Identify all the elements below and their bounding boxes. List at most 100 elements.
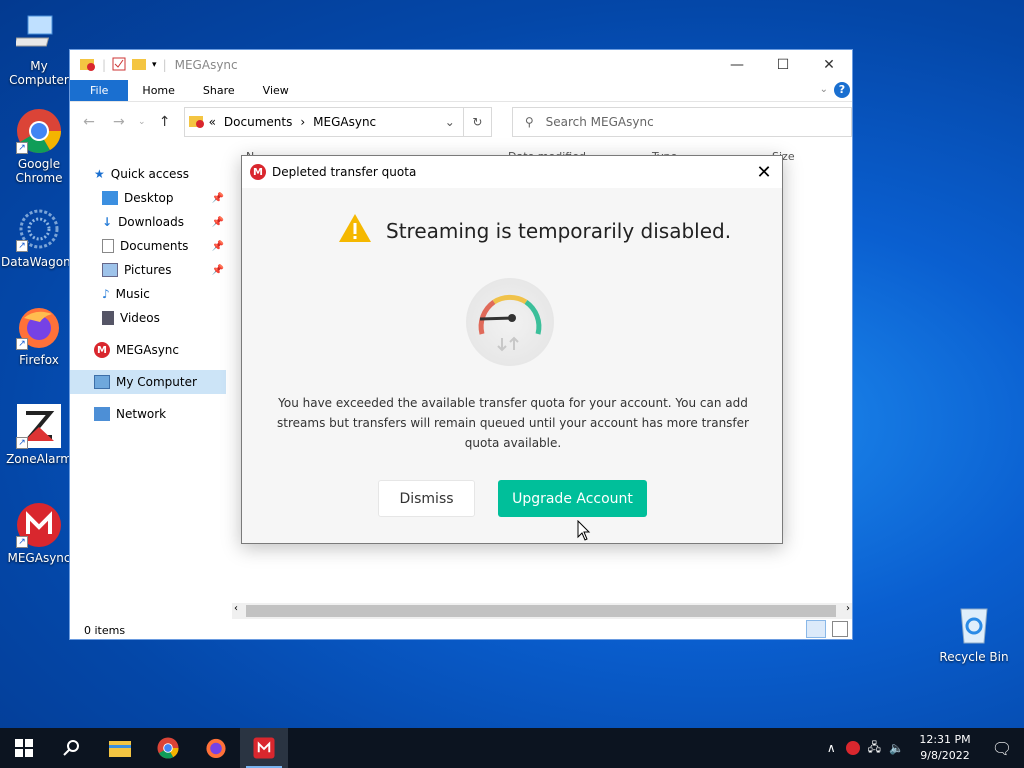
upgrade-account-button[interactable]: Upgrade Account [498,480,647,517]
shortcut-arrow-icon: ↗ [16,142,28,154]
refresh-button[interactable]: ↻ [462,108,491,136]
nav-pictures[interactable]: Pictures 📌 [70,258,226,282]
videos-icon [102,311,114,325]
pin-icon[interactable]: 📌 [212,265,224,276]
depleted-quota-dialog: M Depleted transfer quota ✕ Streaming is… [241,155,783,544]
nav-documents[interactable]: Documents 📌 [70,234,226,258]
scroll-right-icon[interactable]: › [846,603,850,614]
desktop-icon-chrome[interactable]: ↗ Google Chrome [1,108,77,185]
chrome-icon [157,737,179,759]
show-hidden-icons-icon[interactable]: ∧ [827,741,836,755]
nav-label: Quick access [110,167,189,181]
shortcut-arrow-icon: ↗ [16,338,28,350]
mega-tray-icon[interactable] [845,741,860,755]
maximize-button[interactable]: ☐ [760,50,806,80]
desktop-icon-firefox[interactable]: ↗ Firefox [1,304,77,367]
dialog-close-button[interactable]: ✕ [754,162,774,183]
mouse-cursor-icon [577,519,591,545]
customize-quick-access-icon[interactable]: ▾ [152,60,157,70]
nav-label: Downloads [118,215,184,229]
music-note-icon: ♪ [102,287,110,301]
properties-icon[interactable] [112,57,126,74]
dialog-headline: Streaming is temporarily disabled. [338,213,731,248]
network-icon [94,407,110,421]
expand-ribbon-icon[interactable]: ⌄ [820,84,828,95]
forward-button[interactable]: → [108,114,130,130]
search-placeholder: Search MEGAsync [545,115,654,129]
mega-icon [253,737,275,759]
datawagon-icon: ↗ [16,206,62,252]
notifications-icon[interactable]: 🗨 [980,739,1024,758]
close-button[interactable]: ✕ [806,50,852,80]
network-icon[interactable]: 🖧 [868,738,881,759]
nav-megasync[interactable]: M MEGAsync [70,338,226,362]
nav-downloads[interactable]: ↓ Downloads 📌 [70,210,226,234]
tab-share[interactable]: Share [189,80,249,101]
nav-videos[interactable]: Videos [70,306,226,330]
warning-icon [338,213,372,248]
mega-icon: M [94,342,110,358]
shortcut-arrow-icon: ↗ [16,240,28,252]
nav-my-computer[interactable]: My Computer [70,370,226,394]
back-button[interactable]: ← [78,114,100,130]
documents-icon [102,239,114,253]
taskbar-chrome[interactable] [144,728,192,768]
recycle-bin-icon [951,601,997,647]
pin-icon[interactable]: 📌 [212,193,224,204]
horizontal-scrollbar[interactable]: ‹ › [232,603,852,619]
pin-icon[interactable]: 📌 [212,217,224,228]
taskbar-firefox[interactable] [192,728,240,768]
clock[interactable]: 12:31 PM 9/8/2022 [910,732,980,764]
nav-quick-access[interactable]: ★ Quick access [70,162,226,186]
search-icon [63,740,79,756]
nav-desktop[interactable]: Desktop 📌 [70,186,226,210]
taskbar: ∧ 🖧 🔈 12:31 PM 9/8/2022 🗨 [0,728,1024,768]
desktop-icon-megasync[interactable]: ↗ MEGAsync [1,502,77,565]
search-button[interactable] [48,728,96,768]
taskbar-megasync[interactable] [240,728,288,768]
desktop-icon-datawagon[interactable]: ↗ DataWagon... [1,206,82,269]
large-icons-view-icon[interactable] [832,621,848,637]
tab-view[interactable]: View [249,80,303,101]
desktop-icon-label: Firefox [19,353,59,367]
firefox-icon [206,738,226,759]
address-dropdown-icon[interactable]: ⌄ [445,115,455,129]
pictures-icon [102,263,118,277]
desktop-folder-icon [102,191,118,205]
details-view-icon[interactable] [806,620,826,638]
tab-file[interactable]: File [70,80,129,101]
scrollbar-thumb[interactable] [246,605,836,617]
search-input[interactable]: ⚲ Search MEGAsync [511,107,852,137]
minimize-button[interactable]: — [714,50,760,80]
desktop-icon-zonealarm[interactable]: ↗ ZoneAlarm [1,403,77,466]
clock-date: 9/8/2022 [920,749,970,762]
help-icon[interactable]: ? [834,82,850,98]
desktop-icon-recycle-bin[interactable]: Recycle Bin [936,601,1012,664]
new-folder-icon[interactable] [132,57,147,74]
nav-label: Network [116,407,167,421]
volume-icon[interactable]: 🔈 [889,741,904,755]
navigation-pane: ★ Quick access Desktop 📌 ↓ Downloads 📌 D… [70,162,226,426]
nav-music[interactable]: ♪ Music [70,282,226,306]
breadcrumb-megasync[interactable]: MEGAsync [313,115,376,129]
nav-network[interactable]: Network [70,402,226,426]
pin-icon[interactable]: 📌 [212,241,224,252]
address-overflow[interactable]: « [209,115,216,129]
up-button[interactable]: ↑ [154,114,176,130]
recent-locations-icon[interactable]: ⌄ [138,117,146,127]
breadcrumb-documents[interactable]: Documents [224,115,292,129]
tab-home[interactable]: Home [128,80,188,101]
dismiss-button[interactable]: Dismiss [378,480,475,517]
ribbon: File Home Share View ⌄ ? [70,80,852,102]
mega-icon: M [250,164,266,180]
computer-icon [13,10,62,56]
breadcrumb-separator: › [300,115,306,129]
desktop-icon-my-computer[interactable]: My Computer [1,10,77,87]
desktop-icon-label: MEGAsync [7,551,71,565]
start-button[interactable] [0,728,48,768]
star-icon: ★ [94,167,105,181]
scroll-left-icon[interactable]: ‹ [234,603,238,614]
taskbar-file-explorer[interactable] [96,728,144,768]
dialog-message: You have exceeded the available transfer… [277,396,749,450]
address-bar[interactable]: « Documents › MEGAsync ⌄ ↻ [183,107,492,137]
